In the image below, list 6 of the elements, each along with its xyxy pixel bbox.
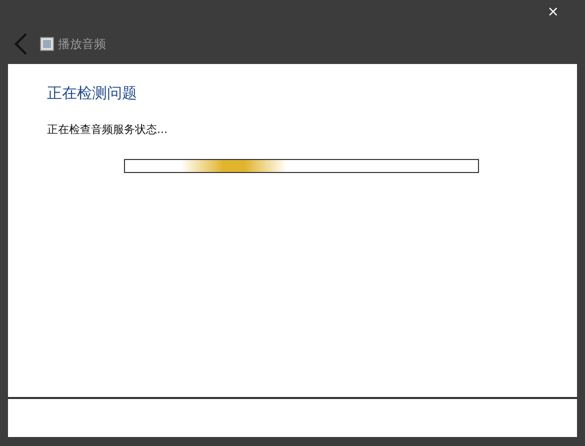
page-heading: 正在检测问题: [47, 84, 138, 103]
status-text: 正在检查音频服务状态...: [47, 122, 168, 137]
window-title: 播放音频: [58, 36, 106, 52]
close-button[interactable]: ×: [547, 5, 559, 19]
app-icon: [40, 37, 54, 51]
back-icon[interactable]: [14, 33, 28, 55]
